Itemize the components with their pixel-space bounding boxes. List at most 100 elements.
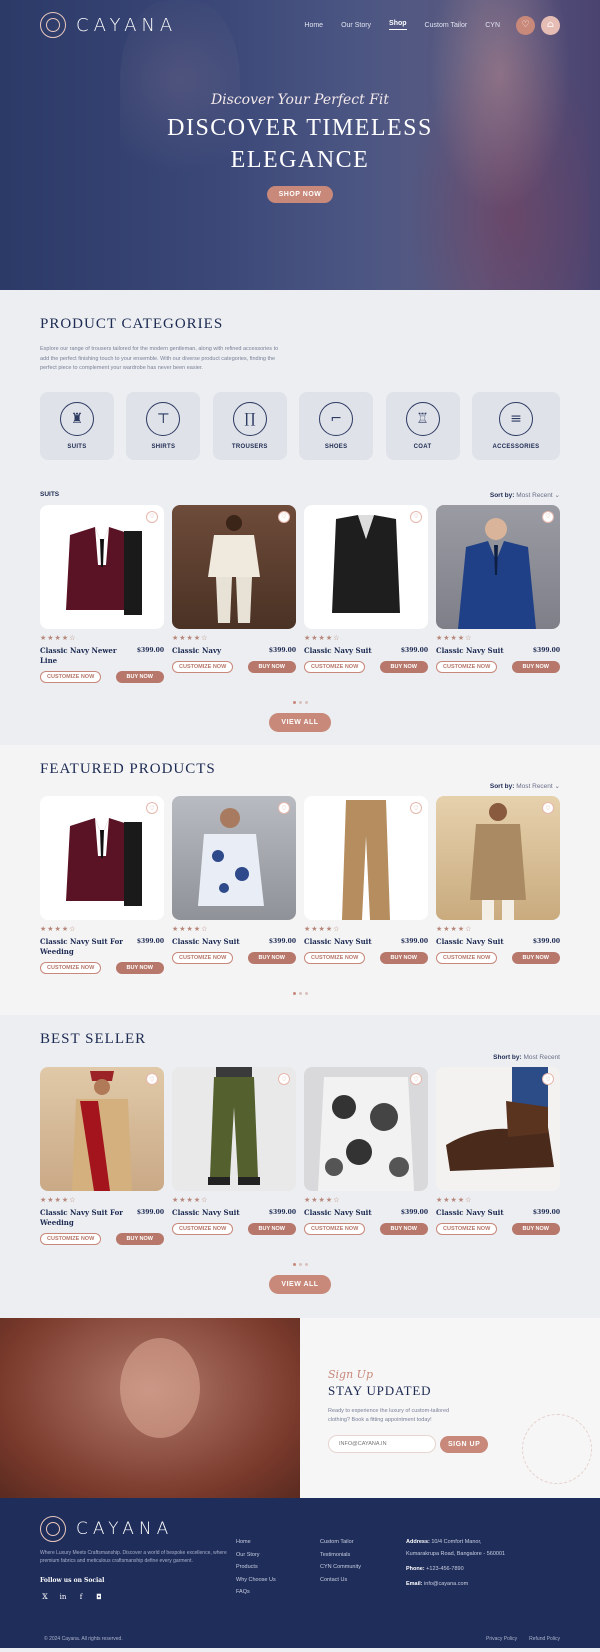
wishlist-heart-icon[interactable]: ♡ (542, 802, 554, 814)
buy-now-button[interactable]: BUY NOW (247, 952, 296, 964)
buy-now-button[interactable]: BUY NOW (247, 660, 296, 673)
product-image[interactable]: ♡ (436, 1067, 560, 1191)
customize-now-button[interactable]: CUSTOMIZE NOW (436, 952, 498, 964)
product-card[interactable]: ♡ ★★★★☆ Classic Navy Suit $399.00 CUSTOMI… (436, 504, 560, 683)
sort-dropdown[interactable]: Sort by: Most Recent ⌄ (490, 491, 560, 499)
buy-now-button[interactable]: BUY NOW (115, 670, 164, 683)
buy-now-button[interactable]: BUY NOW (379, 1223, 428, 1235)
customize-now-button[interactable]: CUSTOMIZE NOW (40, 1233, 102, 1245)
category-shoes[interactable]: ⌐ SHOES (299, 391, 374, 460)
wishlist-heart-icon[interactable]: ♡ (278, 510, 290, 523)
footer-link[interactable]: Testimonials (320, 1549, 406, 1562)
customize-now-button[interactable]: CUSTOMIZE NOW (436, 1223, 498, 1235)
sort-dropdown[interactable]: Sort by: Most Recent ⌄ (490, 782, 560, 790)
customize-now-button[interactable]: CUSTOMIZE NOW (40, 962, 102, 974)
footer-link[interactable]: FAQs (236, 1586, 320, 1599)
product-image[interactable]: ♡ (436, 796, 560, 920)
buy-now-button[interactable]: BUY NOW (115, 1233, 164, 1245)
buy-now-button[interactable]: BUY NOW (379, 660, 428, 673)
product-card[interactable]: ♡ ★★★★☆ Classic Navy Suit For Weeding $39… (40, 796, 164, 974)
customize-now-button[interactable]: CUSTOMIZE NOW (172, 1223, 234, 1235)
wishlist-heart-icon[interactable]: ♡ (410, 802, 422, 814)
wishlist-heart-icon[interactable]: ♡ (146, 802, 158, 814)
buy-now-button[interactable]: BUY NOW (511, 952, 560, 964)
customize-now-button[interactable]: CUSTOMIZE NOW (172, 660, 234, 673)
product-image[interactable]: ♡ (40, 504, 164, 629)
customize-now-button[interactable]: CUSTOMIZE NOW (304, 660, 366, 673)
footer-link[interactable]: Home (236, 1536, 320, 1549)
customize-now-button[interactable]: CUSTOMIZE NOW (40, 670, 102, 683)
product-image[interactable]: ♡ (172, 1067, 296, 1191)
sign-up-button[interactable]: SIGN UP (440, 1435, 489, 1453)
product-image[interactable]: ♡ (172, 796, 296, 920)
product-card[interactable]: ♡ ★★★★☆ Classic Navy $399.00 CUSTOMIZE NO… (172, 504, 296, 683)
category-accessories[interactable]: ≡ ACCESSORIES (471, 391, 560, 460)
footer-link[interactable]: Why Choose Us (236, 1574, 320, 1587)
product-card[interactable]: ♡ ★★★★☆ Classic Navy Suit $399.00 CUSTOMI… (172, 796, 296, 974)
footer-link[interactable]: Custom Tailor (320, 1536, 406, 1549)
product-image[interactable]: ♡ (304, 796, 428, 920)
customize-now-button[interactable]: CUSTOMIZE NOW (304, 952, 366, 964)
buy-now-button[interactable]: BUY NOW (511, 1223, 560, 1235)
product-card[interactable]: ♡ ★★★★☆ Classic Navy Suit $399.00 CUSTOMI… (304, 1067, 428, 1245)
facebook-icon[interactable]: f (76, 1592, 86, 1602)
product-image[interactable]: ♡ (40, 796, 164, 920)
category-shirts[interactable]: ⊤ SHIRTS (126, 391, 201, 460)
wishlist-heart-icon[interactable]: ♡ (542, 1073, 554, 1085)
view-all-button[interactable]: VIEW ALL (269, 1275, 331, 1294)
buy-now-button[interactable]: BUY NOW (511, 660, 560, 673)
view-all-button[interactable]: VIEW ALL (269, 712, 331, 732)
customize-now-button[interactable]: CUSTOMIZE NOW (304, 1223, 366, 1235)
product-card[interactable]: ♡ ★★★★☆ Classic Navy Suit For Weeding $39… (40, 1067, 164, 1245)
product-image[interactable]: ♡ (304, 1067, 428, 1191)
sort-dropdown[interactable]: Short by: Most Recent (493, 1054, 560, 1061)
wishlist-heart-icon[interactable]: ♡ (278, 1073, 290, 1085)
nav-item-shop[interactable]: Shop (389, 20, 407, 30)
product-image[interactable]: ♡ (436, 504, 560, 629)
product-card[interactable]: ♡ ★★★★☆ Classic Navy Newer Line $399.00 C… (40, 504, 164, 683)
shop-now-button[interactable]: SHOP NOW (266, 186, 334, 203)
category-suits[interactable]: ♜ SUITS (40, 391, 114, 460)
product-card[interactable]: ♡ ★★★★☆ Classic Navy Suit $399.00 CUSTOMI… (436, 796, 560, 974)
wishlist-heart-icon[interactable]: ♡ (146, 510, 158, 523)
carousel-dots[interactable] (40, 992, 560, 995)
product-card[interactable]: ♡ ★★★★☆ Classic Navy Suit $399.00 CUSTOMI… (172, 1067, 296, 1245)
nav-item-cyn[interactable]: CYN (485, 22, 500, 29)
refund-policy-link[interactable]: Refund Policy (529, 1636, 560, 1642)
nav-item-our-story[interactable]: Our Story (341, 22, 371, 29)
instagram-icon[interactable]: ◘ (94, 1592, 104, 1602)
wishlist-heart-icon[interactable]: ♡ (146, 1073, 158, 1085)
customize-now-button[interactable]: CUSTOMIZE NOW (172, 952, 234, 964)
brand-logo[interactable]: CAYANA (40, 12, 177, 38)
category-trousers[interactable]: ∏ TROUSERS (212, 391, 287, 460)
phone-value[interactable]: +123-456-7890 (426, 1566, 463, 1572)
product-card[interactable]: ♡ ★★★★☆ Classic Navy Suit $399.00 CUSTOMI… (304, 504, 428, 683)
footer-link[interactable]: Contact Us (320, 1574, 406, 1587)
product-image[interactable]: ♡ (172, 504, 296, 629)
footer-logo[interactable]: CAYANA (40, 1516, 236, 1542)
footer-link[interactable]: Products (236, 1561, 320, 1574)
nav-item-home[interactable]: Home (304, 22, 323, 29)
email-input[interactable] (328, 1435, 436, 1453)
linkedin-icon[interactable]: in (58, 1592, 68, 1602)
x-icon[interactable]: 𝕏 (40, 1592, 50, 1602)
buy-now-button[interactable]: BUY NOW (247, 1223, 296, 1235)
product-card[interactable]: ♡ ★★★★☆ Classic Navy Suit $399.00 CUSTOMI… (436, 1067, 560, 1245)
wishlist-heart-icon[interactable]: ♡ (410, 510, 422, 523)
product-card[interactable]: ♡ ★★★★☆ Classic Navy Suit $399.00 CUSTOMI… (304, 796, 428, 974)
wishlist-heart-icon[interactable]: ♡ (278, 802, 290, 814)
category-coat[interactable]: ♖ COAT (385, 391, 460, 460)
footer-link[interactable]: Our Story (236, 1549, 320, 1562)
buy-now-button[interactable]: BUY NOW (379, 952, 428, 964)
customize-now-button[interactable]: CUSTOMIZE NOW (436, 660, 498, 673)
wishlist-heart-icon[interactable]: ♡ (542, 510, 554, 523)
nav-item-custom-tailor[interactable]: Custom Tailor (425, 22, 468, 29)
product-image[interactable]: ♡ (304, 504, 428, 629)
wishlist-button[interactable]: ♡ (516, 15, 535, 35)
product-image[interactable]: ♡ (40, 1067, 164, 1191)
buy-now-button[interactable]: BUY NOW (115, 962, 164, 974)
footer-link[interactable]: CYN Community (320, 1561, 406, 1574)
privacy-policy-link[interactable]: Privacy Policy (486, 1636, 517, 1642)
cart-button[interactable]: ⌂ (541, 15, 560, 35)
email-value[interactable]: info@cayana.com (424, 1581, 468, 1587)
